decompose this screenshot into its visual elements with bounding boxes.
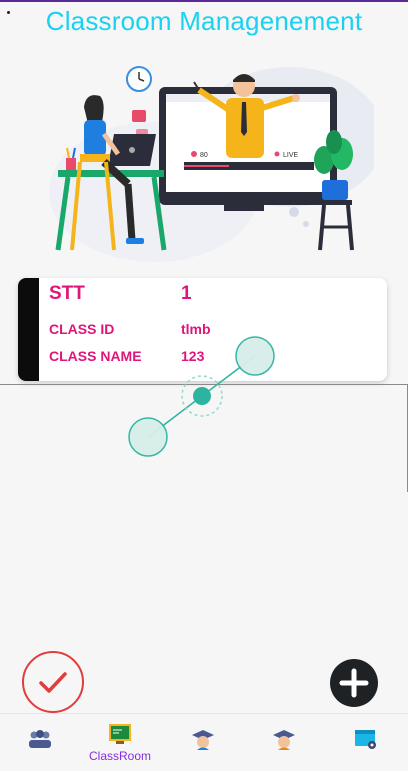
class-id-label: CLASS ID — [49, 321, 115, 337]
touch-gesture-overlay — [128, 336, 275, 457]
status-strip — [0, 0, 408, 2]
touch-center-point — [181, 375, 223, 417]
nav-item-students[interactable] — [0, 714, 80, 771]
touch-point-upper — [235, 336, 275, 376]
plus-icon — [339, 668, 369, 698]
classroom-board-icon — [109, 724, 131, 744]
add-class-button[interactable] — [330, 659, 378, 707]
touch-point-lower — [128, 417, 168, 457]
clock-icon — [126, 66, 152, 92]
nav-label-classroom: ClassRoom — [88, 749, 151, 763]
stt-value: 1 — [181, 283, 192, 304]
nav-item-graduate[interactable] — [244, 714, 324, 771]
nav-item-teacher[interactable] — [163, 714, 243, 771]
page-title: Classroom Managenement — [45, 6, 363, 36]
stt-label: STT — [49, 283, 85, 304]
card-accent-bar — [18, 278, 39, 381]
svg-text:80: 80 — [200, 152, 208, 159]
teacher-icon — [192, 730, 214, 750]
classroom-illustration: 80 LIVE — [49, 66, 374, 262]
settings-window-icon — [355, 730, 376, 749]
check-icon — [39, 672, 67, 693]
graduate-icon — [273, 730, 295, 750]
nav-item-settings[interactable] — [326, 714, 406, 771]
confirm-button[interactable] — [22, 651, 84, 713]
students-icon — [29, 730, 51, 748]
svg-text:LIVE: LIVE — [283, 152, 299, 159]
bottom-navigation: ClassRoom — [0, 713, 408, 771]
nav-item-classroom[interactable]: ClassRoom — [80, 714, 160, 771]
